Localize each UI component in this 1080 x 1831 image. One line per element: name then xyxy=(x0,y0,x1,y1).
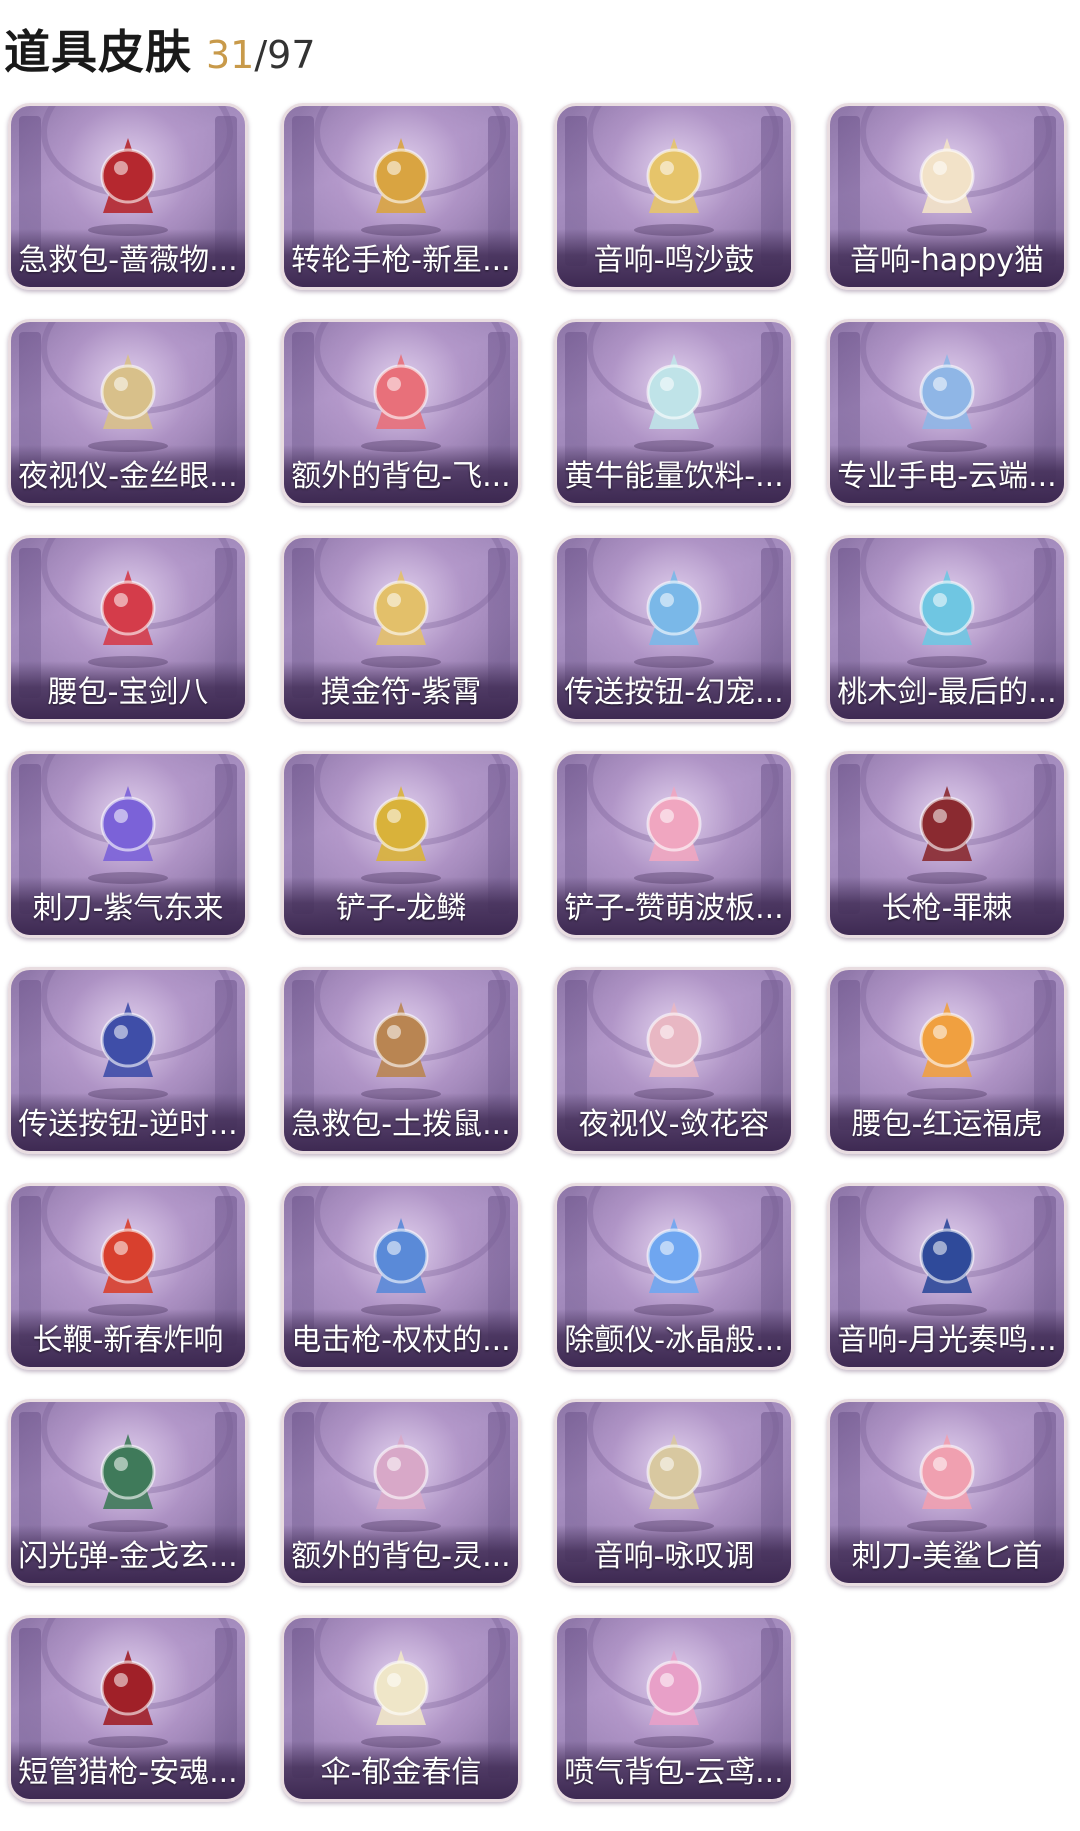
skin-name: 黄牛能量饮料-... xyxy=(564,459,784,494)
skin-name: 音响-月光奏鸣... xyxy=(837,1323,1057,1358)
skin-name: 长枪-罪棘 xyxy=(881,891,1013,926)
item-icon xyxy=(361,138,441,236)
item-icon xyxy=(361,1002,441,1100)
item-icon xyxy=(907,570,987,668)
skin-card[interactable]: 长鞭-新春炸响 xyxy=(8,1183,248,1370)
skin-name: 音响-咏叹调 xyxy=(593,1539,755,1574)
skin-name: 铲子-赞萌波板... xyxy=(564,891,784,926)
skin-card[interactable]: 音响-鸣沙鼓 xyxy=(554,103,794,290)
skin-card[interactable]: 音响-happy猫 xyxy=(827,103,1067,290)
skin-name: 腰包-红运福虎 xyxy=(851,1107,1043,1142)
skin-card[interactable]: 伞-郁金春信 xyxy=(281,1615,521,1802)
skin-name: 急救包-蔷薇物... xyxy=(18,243,238,278)
item-icon xyxy=(88,138,168,236)
skin-card[interactable]: 电击枪-权杖的... xyxy=(281,1183,521,1370)
item-icon xyxy=(88,1434,168,1532)
item-icon xyxy=(361,786,441,884)
skin-card[interactable]: 音响-咏叹调 xyxy=(554,1399,794,1586)
skin-card[interactable]: 夜视仪-敛花容 xyxy=(554,967,794,1154)
skin-name: 腰包-宝剑八 xyxy=(47,675,209,710)
skin-card[interactable]: 转轮手枪-新星... xyxy=(281,103,521,290)
skin-name: 刺刀-美鲨匕首 xyxy=(851,1539,1043,1574)
skin-card[interactable]: 刺刀-紫气东来 xyxy=(8,751,248,938)
item-icon xyxy=(907,1002,987,1100)
item-icon xyxy=(88,1650,168,1748)
skin-name: 长鞭-新春炸响 xyxy=(32,1323,224,1358)
skin-card[interactable]: 急救包-土拨鼠... xyxy=(281,967,521,1154)
item-icon xyxy=(634,1218,714,1316)
item-icon xyxy=(907,354,987,452)
skin-name: 传送按钮-幻宠... xyxy=(564,675,784,710)
skin-name: 铲子-龙鳞 xyxy=(335,891,467,926)
skin-card[interactable]: 除颤仪-冰晶般... xyxy=(554,1183,794,1370)
skin-name: 夜视仪-金丝眼... xyxy=(18,459,238,494)
item-icon xyxy=(361,570,441,668)
item-icon xyxy=(907,138,987,236)
skin-card[interactable]: 传送按钮-逆时... xyxy=(8,967,248,1154)
skin-name: 额外的背包-灵... xyxy=(291,1539,511,1574)
item-icon xyxy=(907,1218,987,1316)
skin-card[interactable]: 短管猎枪-安魂... xyxy=(8,1615,248,1802)
skin-name: 音响-鸣沙鼓 xyxy=(593,243,755,278)
item-icon xyxy=(634,138,714,236)
collection-count: 31/97 xyxy=(206,33,316,77)
skin-card[interactable]: 桃木剑-最后的... xyxy=(827,535,1067,722)
item-icon xyxy=(88,786,168,884)
skin-name: 额外的背包-飞... xyxy=(291,459,511,494)
page-header: 道具皮肤 31/97 xyxy=(4,16,316,79)
item-icon xyxy=(634,1650,714,1748)
skin-card[interactable]: 喷气背包-云鸢... xyxy=(554,1615,794,1802)
skin-name: 伞-郁金春信 xyxy=(320,1755,482,1790)
item-icon xyxy=(634,570,714,668)
skin-name: 急救包-土拨鼠... xyxy=(291,1107,511,1142)
skin-card[interactable]: 音响-月光奏鸣... xyxy=(827,1183,1067,1370)
skin-card[interactable]: 铲子-赞萌波板... xyxy=(554,751,794,938)
item-icon xyxy=(907,1434,987,1532)
skin-card[interactable]: 腰包-宝剑八 xyxy=(8,535,248,722)
item-icon xyxy=(88,354,168,452)
skin-card[interactable]: 腰包-红运福虎 xyxy=(827,967,1067,1154)
skin-card[interactable]: 铲子-龙鳞 xyxy=(281,751,521,938)
skin-card[interactable]: 刺刀-美鲨匕首 xyxy=(827,1399,1067,1586)
skin-name: 桃木剑-最后的... xyxy=(837,675,1057,710)
skin-card[interactable]: 闪光弹-金戈玄... xyxy=(8,1399,248,1586)
total-count: /97 xyxy=(254,33,316,77)
item-icon xyxy=(361,1218,441,1316)
skin-card[interactable]: 黄牛能量饮料-... xyxy=(554,319,794,506)
owned-count: 31 xyxy=(206,33,255,77)
skin-name: 传送按钮-逆时... xyxy=(18,1107,238,1142)
skin-card[interactable]: 夜视仪-金丝眼... xyxy=(8,319,248,506)
item-icon xyxy=(361,1434,441,1532)
page-title: 道具皮肤 xyxy=(4,25,192,79)
skin-name: 喷气背包-云鸢... xyxy=(564,1755,784,1790)
item-icon xyxy=(88,570,168,668)
item-icon xyxy=(634,786,714,884)
skin-name: 短管猎枪-安魂... xyxy=(18,1755,238,1790)
item-icon xyxy=(361,1650,441,1748)
skin-card[interactable]: 急救包-蔷薇物... xyxy=(8,103,248,290)
skin-card[interactable]: 传送按钮-幻宠... xyxy=(554,535,794,722)
skin-card[interactable]: 长枪-罪棘 xyxy=(827,751,1067,938)
skin-card[interactable]: 额外的背包-飞... xyxy=(281,319,521,506)
item-icon xyxy=(88,1002,168,1100)
skin-name: 除颤仪-冰晶般... xyxy=(564,1323,784,1358)
skin-name: 电击枪-权杖的... xyxy=(291,1323,511,1358)
skin-name: 摸金符-紫霄 xyxy=(320,675,482,710)
skin-grid: 急救包-蔷薇物... 转轮手枪-新星... 音响-鸣沙鼓 音响-happy猫夜视仪-金… xyxy=(8,103,1072,1802)
item-icon xyxy=(634,1434,714,1532)
skin-name: 刺刀-紫气东来 xyxy=(32,891,224,926)
item-icon xyxy=(634,354,714,452)
item-icon xyxy=(907,786,987,884)
skin-name: 转轮手枪-新星... xyxy=(291,243,511,278)
skin-name: 音响-happy猫 xyxy=(849,243,1045,278)
item-icon xyxy=(634,1002,714,1100)
skin-card[interactable]: 额外的背包-灵... xyxy=(281,1399,521,1586)
skin-name: 专业手电-云端... xyxy=(837,459,1057,494)
skin-card[interactable]: 专业手电-云端... xyxy=(827,319,1067,506)
skin-name: 闪光弹-金戈玄... xyxy=(18,1539,238,1574)
skin-card[interactable]: 摸金符-紫霄 xyxy=(281,535,521,722)
item-icon xyxy=(88,1218,168,1316)
item-icon xyxy=(361,354,441,452)
skin-name: 夜视仪-敛花容 xyxy=(578,1107,770,1142)
